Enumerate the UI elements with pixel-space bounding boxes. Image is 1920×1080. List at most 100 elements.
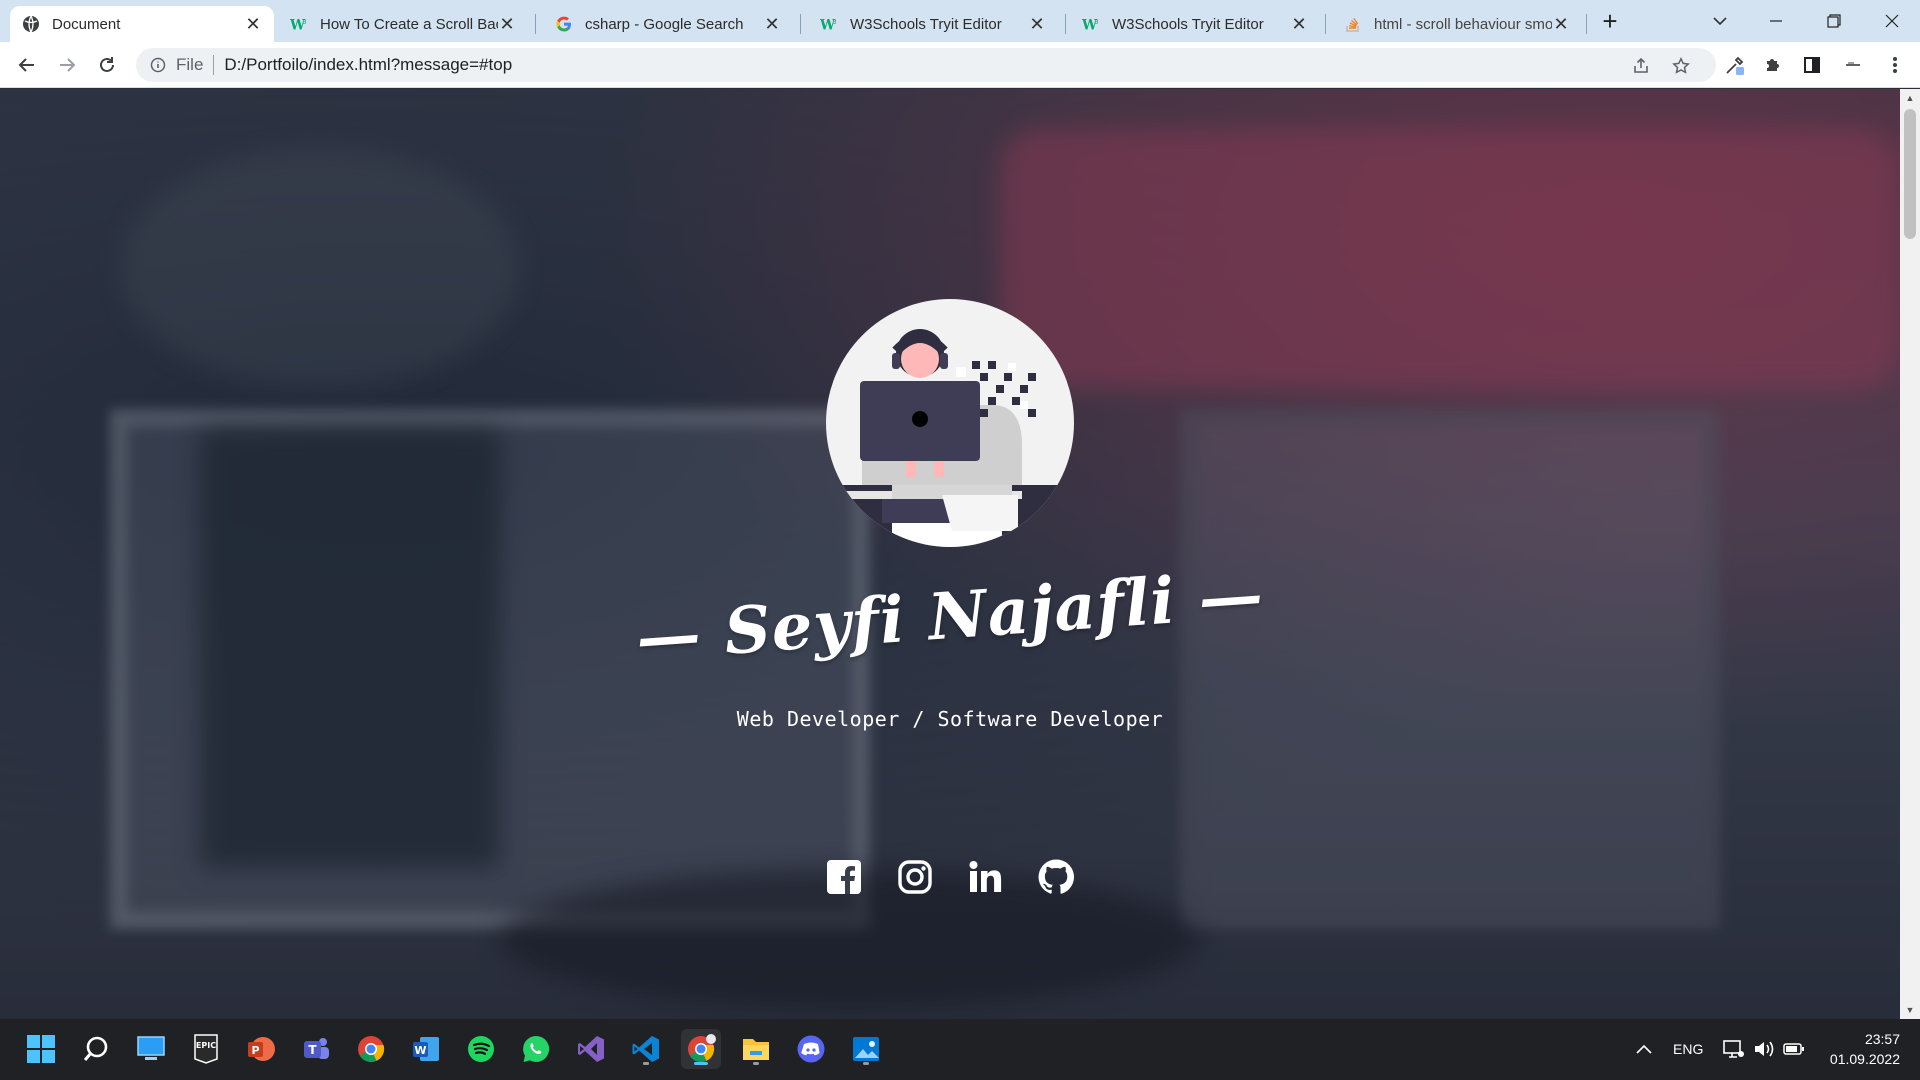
arrow-left-icon (18, 58, 34, 72)
close-icon[interactable]: ✕ (1290, 14, 1308, 34)
tab-google-search[interactable]: csharp - Google Search ✕ (543, 6, 793, 42)
info-icon[interactable] (148, 55, 168, 75)
chrome-icon[interactable] (351, 1029, 391, 1069)
svg-text:P: P (251, 1044, 259, 1057)
clock-date[interactable]: 01.09.2022 (1824, 1051, 1900, 1067)
eyedropper-icon (1726, 56, 1744, 75)
side-panel-button[interactable] (1797, 50, 1827, 80)
reload-button[interactable] (92, 50, 122, 80)
running-indicator (863, 1062, 869, 1065)
desktop-icon[interactable] (131, 1029, 171, 1069)
back-button[interactable] (12, 50, 42, 80)
running-indicator (643, 1062, 649, 1065)
url-divider (213, 55, 215, 75)
tab-tryit-editor-1[interactable]: W3 W3Schools Tryit Editor ✕ (808, 6, 1058, 42)
chrome-icon[interactable] (681, 1029, 721, 1069)
vscode-icon[interactable] (626, 1029, 666, 1069)
clock-time[interactable]: 23:57 (1856, 1031, 1900, 1047)
discord-icon[interactable] (791, 1029, 831, 1069)
linkedin-icon[interactable] (965, 857, 1005, 897)
scroll-down-arrow-icon[interactable]: ▼ (1900, 1001, 1920, 1019)
tab-document[interactable]: Document ✕ (10, 6, 274, 42)
language-indicator[interactable]: ENG (1673, 1041, 1703, 1057)
browser-toolbar: File D:/Portfoilo/index.html?message=#to… (0, 42, 1920, 88)
extension-eyedropper-button[interactable] (1720, 50, 1750, 80)
minus-icon (1846, 62, 1860, 66)
close-window-button[interactable] (1864, 0, 1920, 42)
forward-button[interactable] (52, 50, 82, 80)
close-icon[interactable]: ✕ (1028, 14, 1046, 34)
svg-text:3: 3 (1095, 19, 1099, 26)
svg-text:EPIC: EPIC (196, 1041, 216, 1050)
reload-icon (100, 57, 114, 72)
extensions-button[interactable] (1758, 50, 1788, 80)
tab-strip: Document ✕ W3 How To Create a Scroll Bac… (0, 0, 1920, 42)
globe-icon (22, 15, 40, 33)
tab-separator (800, 14, 801, 34)
menu-button[interactable] (1880, 50, 1910, 80)
w3schools-icon: W3 (290, 15, 308, 33)
stackoverflow-icon (1344, 15, 1362, 33)
tab-scroll-behaviour[interactable]: html - scroll behaviour smo ✕ (1332, 6, 1582, 42)
tab-separator (535, 14, 536, 34)
close-icon[interactable]: ✕ (1552, 14, 1570, 34)
scroll-up-arrow-icon[interactable]: ▲ (1900, 89, 1920, 107)
github-icon[interactable] (1036, 857, 1076, 897)
restore-button[interactable] (1806, 0, 1862, 42)
teams-icon[interactable]: T (296, 1029, 336, 1069)
tab-separator (1065, 14, 1066, 34)
tab-separator (1325, 14, 1326, 34)
network-icon[interactable] (1718, 1033, 1750, 1065)
page-scrollbar[interactable]: ▲ ▼ (1900, 89, 1920, 1019)
minimize-button[interactable] (1748, 0, 1804, 42)
file-explorer-icon[interactable] (736, 1029, 776, 1069)
bookmark-star-icon[interactable] (1670, 55, 1692, 77)
scroll-thumb[interactable] (1904, 109, 1916, 239)
profile-button[interactable] (1838, 50, 1868, 80)
side-panel-icon (1804, 57, 1820, 73)
close-icon[interactable]: ✕ (498, 14, 516, 34)
tab-search-button[interactable] (1692, 0, 1748, 42)
tab-scroll-back[interactable]: W3 How To Create a Scroll Back ✕ (278, 6, 528, 42)
url-text[interactable]: D:/Portfoilo/index.html?message=#top (224, 55, 512, 75)
chevron-down-icon (1713, 17, 1727, 26)
whatsapp-icon[interactable] (516, 1029, 556, 1069)
page-viewport: — Seyfi Najafli — Web Developer / Softwa… (0, 89, 1900, 1019)
tab-tryit-editor-2[interactable]: W3 W3Schools Tryit Editor ✕ (1070, 6, 1320, 42)
windows-taskbar: EPIC P T W ENG 23:57 01.09.2022 (0, 1019, 1920, 1080)
new-tab-button[interactable]: + (1584, 0, 1636, 42)
social-links (824, 857, 1076, 897)
w3schools-icon: W3 (820, 15, 838, 33)
hero-section: — Seyfi Najafli — Web Developer / Softwa… (0, 89, 1900, 1019)
facebook-icon[interactable] (824, 857, 864, 897)
hero-role: Web Developer / Software Developer (736, 707, 1164, 731)
instagram-icon[interactable] (895, 857, 935, 897)
svg-text:W: W (414, 1044, 426, 1057)
address-bar[interactable]: File D:/Portfoilo/index.html?message=#to… (136, 48, 1716, 82)
svg-text:T: T (308, 1043, 317, 1057)
epic-games-icon[interactable]: EPIC (186, 1029, 226, 1069)
url-scheme: File (176, 55, 204, 74)
spotify-icon[interactable] (461, 1029, 501, 1069)
battery-icon[interactable] (1778, 1033, 1810, 1065)
show-hidden-icons-button[interactable] (1628, 1033, 1660, 1065)
kebab-menu-icon (1893, 57, 1897, 73)
puzzle-icon (1767, 59, 1779, 71)
developer-avatar (826, 299, 1074, 547)
close-icon[interactable]: ✕ (244, 14, 262, 34)
share-icon[interactable] (1630, 55, 1652, 77)
photos-icon[interactable] (846, 1029, 886, 1069)
arrow-right-icon (60, 58, 76, 72)
powerpoint-icon[interactable]: P (241, 1029, 281, 1069)
windows-start-icon[interactable] (21, 1029, 61, 1069)
google-icon (555, 15, 573, 33)
chevron-up-icon (1636, 1044, 1652, 1054)
close-icon[interactable]: ✕ (763, 14, 781, 34)
running-indicator (694, 1062, 708, 1065)
search-icon[interactable] (76, 1029, 116, 1069)
volume-icon[interactable] (1748, 1033, 1780, 1065)
word-icon[interactable]: W (406, 1029, 446, 1069)
visual-studio-icon[interactable] (571, 1029, 611, 1069)
w3schools-icon: W3 (1082, 15, 1100, 33)
svg-text:3: 3 (833, 19, 837, 26)
